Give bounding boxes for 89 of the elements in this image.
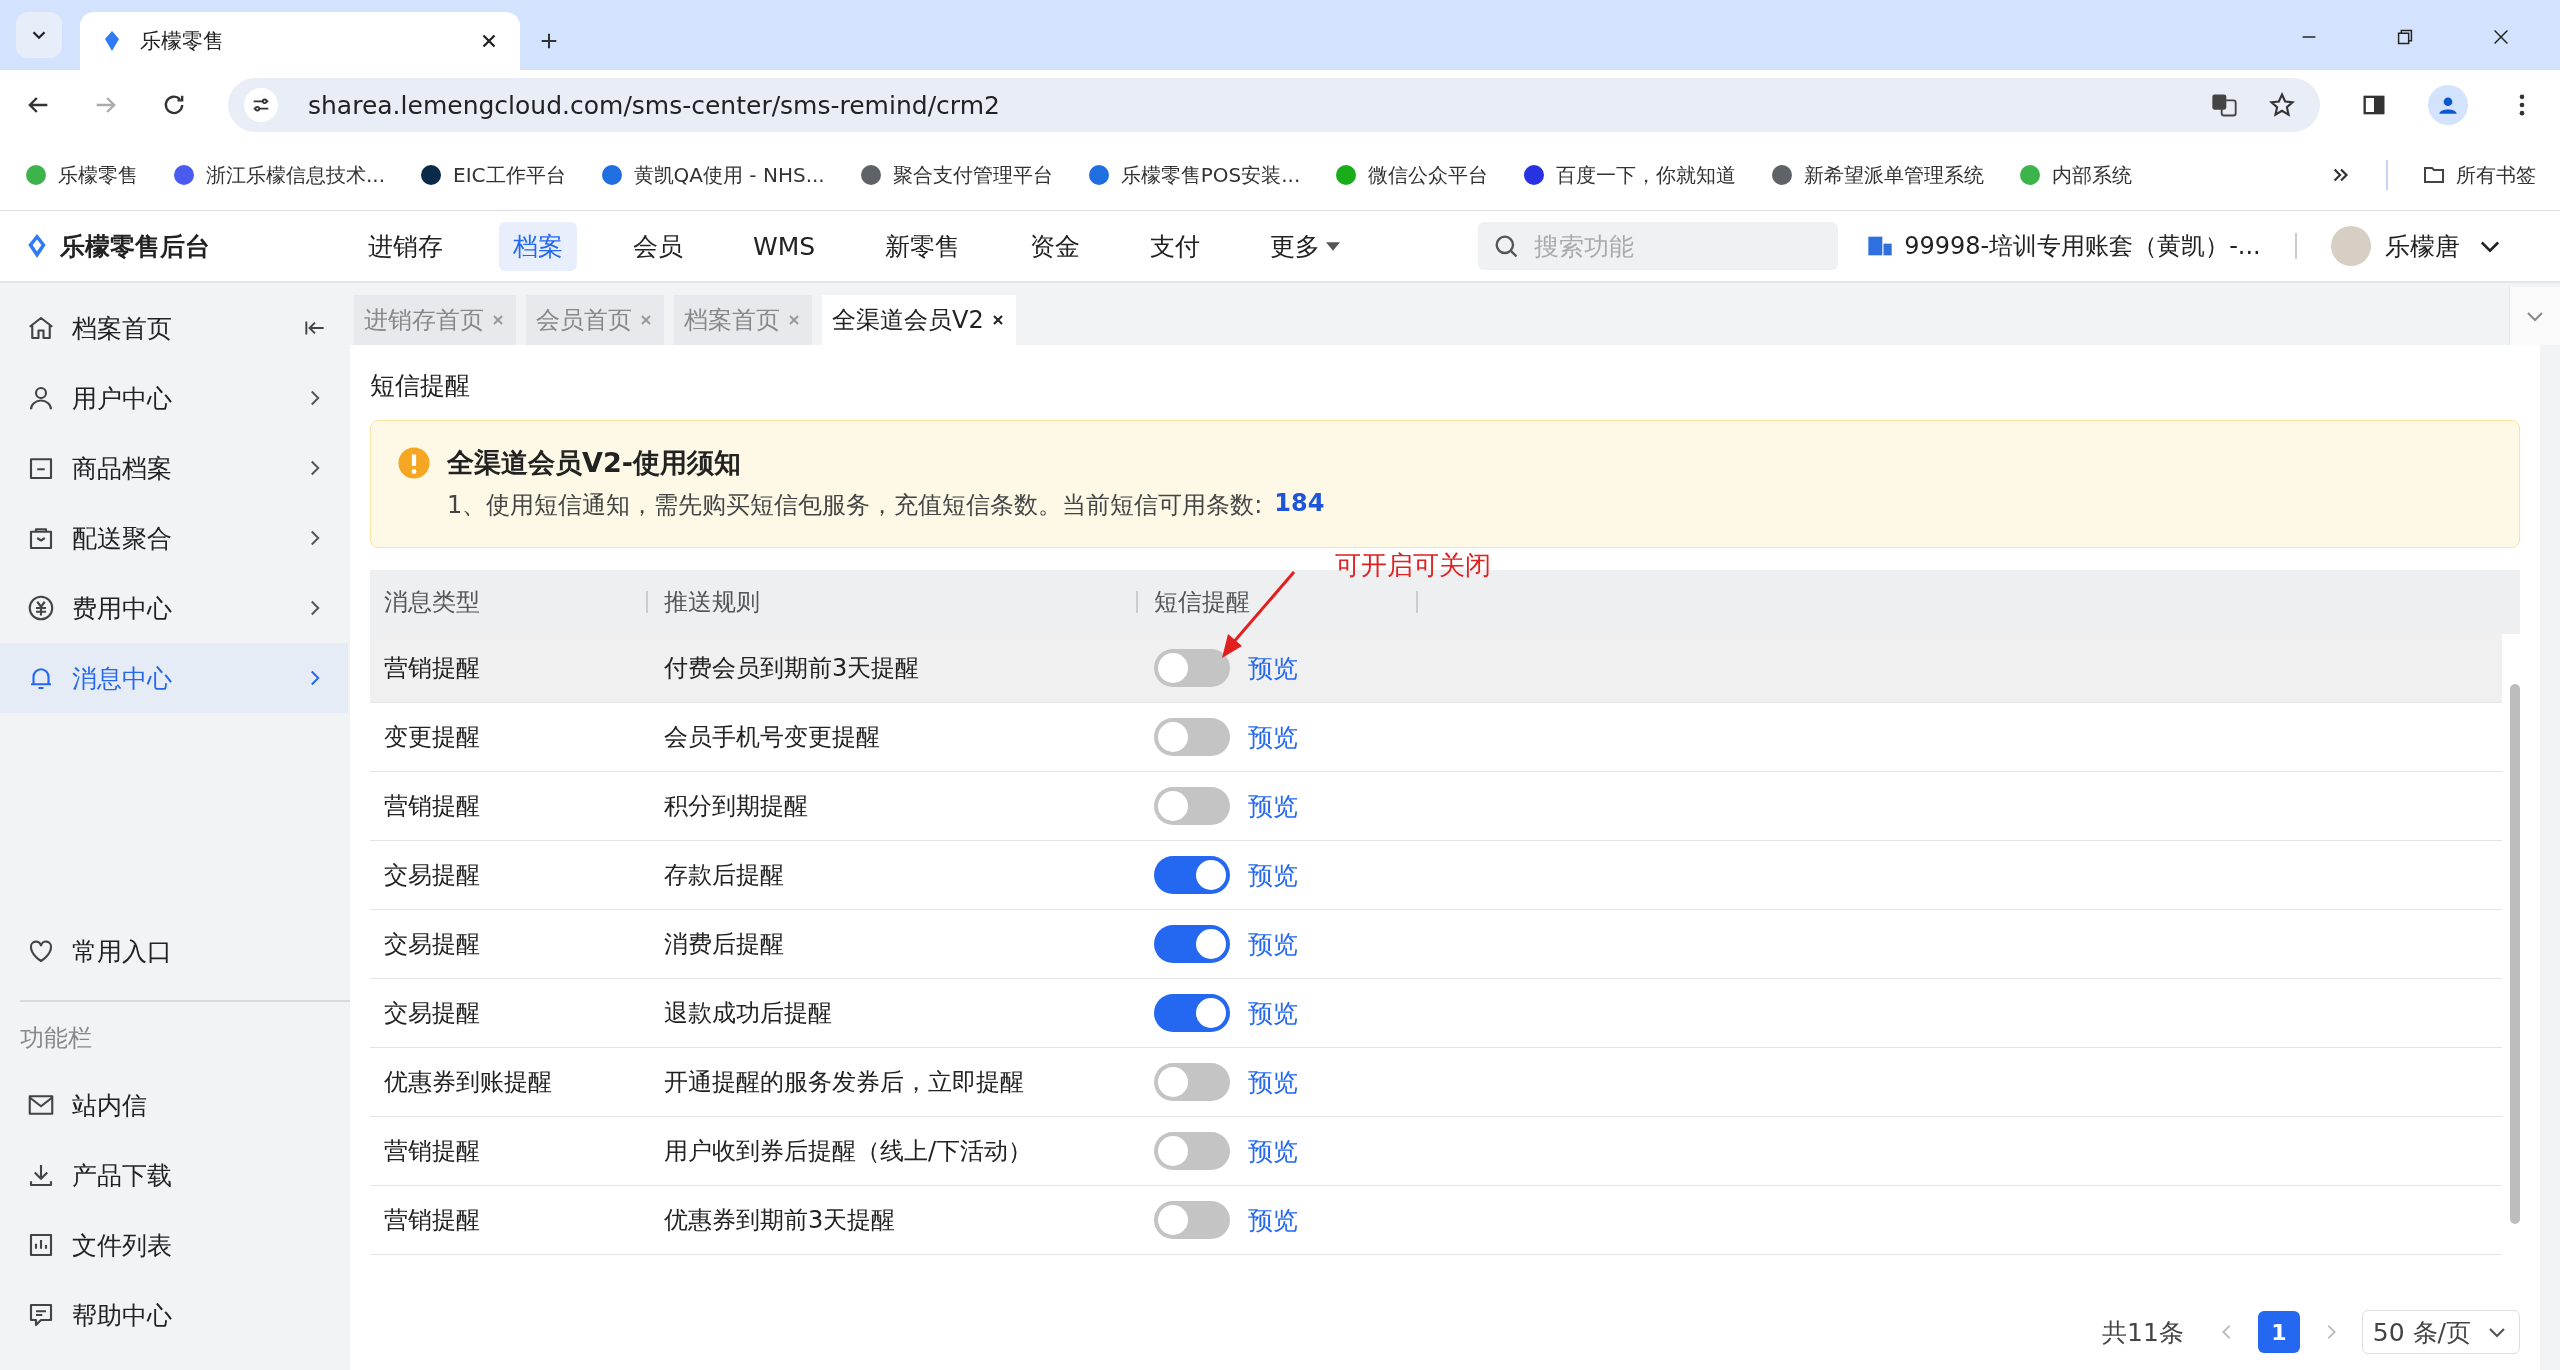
notice-title: 全渠道会员V2-使用须知 [447, 446, 741, 480]
sidebar-item[interactable]: 产品下载 [0, 1140, 348, 1210]
preview-link[interactable]: 预览 [1248, 789, 1298, 823]
favorites-item[interactable]: 常用入口 [0, 916, 348, 986]
sidebar-item[interactable]: 站内信 [0, 1070, 348, 1140]
section-label: 功能栏 [19, 1023, 93, 1054]
table-cell-text: 存款后提醒 [663, 860, 785, 891]
bookmark[interactable]: 浙江乐檬信息技术... [172, 161, 386, 189]
bookmark-folder[interactable]: 所有书签 [2422, 161, 2536, 189]
profile-icon[interactable] [2428, 85, 2468, 125]
table-cell-text: 退款成功后提醒 [663, 998, 833, 1029]
account-name[interactable]: 99998-培训专用账套（黄凯）-... [1904, 230, 2261, 262]
bookmark[interactable]: 内部系统 [2018, 161, 2133, 189]
table-cell-text: 营销提醒 [383, 1205, 481, 1236]
search-field[interactable]: 搜索功能 [1478, 222, 1839, 270]
sidebar-item[interactable]: 商品档案 [0, 433, 348, 503]
toggle-switch[interactable] [1154, 787, 1230, 825]
app-logo-text: 乐檬零售后台 [60, 230, 210, 263]
table-cell-text: 付费会员到期前3天提醒 [663, 653, 921, 684]
nav-tab[interactable]: 资金 [1016, 221, 1095, 271]
bookmark[interactable]: EIC工作平台 [419, 161, 566, 189]
table-cell-text: 开通提醒的服务发券后，立即提醒 [663, 1067, 1025, 1098]
bookmark[interactable]: 乐檬零售POS安装... [1086, 161, 1301, 189]
total-count: 共11条 [2102, 1316, 2184, 1349]
sidebar-item[interactable]: 档案首页 [0, 293, 348, 363]
table-cell-text: 变更提醒 [383, 722, 481, 753]
table-cell-text: 优惠券到账提醒 [383, 1067, 553, 1098]
sidebar-item[interactable]: 费用中心 [0, 573, 348, 643]
browser-tab[interactable]: 乐檬零售 [80, 12, 520, 70]
tab-title: 乐檬零售 [140, 28, 225, 55]
nav-tab[interactable]: WMS [739, 223, 830, 269]
page-tab[interactable]: 全渠道会员V2 [822, 295, 1016, 345]
bookmark[interactable]: 微信公众平台 [1334, 161, 1489, 189]
nav-tab[interactable]: 会员 [619, 221, 697, 271]
bookmark[interactable]: 乐檬零售 [24, 161, 138, 189]
site-settings-icon[interactable] [244, 88, 278, 122]
page-title: 短信提醒 [370, 370, 471, 402]
bookmark[interactable]: 百度一下，你就知道 [1522, 161, 1737, 189]
nav-tab[interactable]: 更多 [1256, 221, 1355, 271]
preview-link[interactable]: 预览 [1248, 996, 1298, 1030]
notice-text: 1、使用短信通知，需先购买短信包服务，充值短信条数。当前短信可用条数: [447, 490, 1263, 521]
toggle-switch[interactable] [1154, 718, 1230, 756]
sidebar-item[interactable]: 帮助中心 [0, 1280, 348, 1350]
sidebar-item[interactable]: 消息中心 [0, 643, 348, 713]
table-cell-text: 交易提醒 [383, 929, 481, 960]
nav-tab[interactable]: 档案 [499, 221, 577, 271]
page-number[interactable]: 1 [2257, 1311, 2300, 1353]
nav-tab[interactable]: 进销存 [354, 221, 457, 271]
table-cell-text: 积分到期提醒 [663, 791, 809, 822]
table-cell-text: 会员手机号变更提醒 [663, 722, 881, 753]
user-name[interactable]: 乐檬唐 [2384, 229, 2460, 263]
preview-link[interactable]: 预览 [1248, 720, 1298, 754]
table-cell-text: 营销提醒 [383, 653, 481, 684]
sidebar-item[interactable]: 用户中心 [0, 363, 348, 433]
warning-icon [397, 446, 431, 480]
toggle-switch[interactable] [1154, 994, 1230, 1032]
table-cell-text: 营销提醒 [383, 1136, 481, 1167]
table-cell-text: 交易提醒 [383, 998, 481, 1029]
toggle-switch[interactable] [1154, 649, 1230, 687]
menu-item-icon [26, 593, 56, 623]
toggle-switch[interactable] [1154, 1132, 1230, 1170]
sms-count: 184 [1274, 489, 1325, 519]
table-cell-text: 营销提醒 [383, 791, 481, 822]
address-bar[interactable]: sharea.lemengcloud.com/sms-center/sms-remind/crm2 [228, 78, 2320, 132]
preview-link[interactable]: 预览 [1248, 927, 1298, 961]
table-cell-text: 优惠券到期前3天提醒 [663, 1205, 897, 1236]
preview-link[interactable]: 预览 [1248, 858, 1298, 892]
preview-link[interactable]: 预览 [1248, 1134, 1298, 1168]
nav-tab[interactable]: 新零售 [871, 221, 975, 271]
toggle-switch[interactable] [1154, 1201, 1230, 1239]
caret-icon [1326, 241, 1341, 251]
sidebar-item[interactable]: 配送聚合 [0, 503, 348, 573]
table-cell-text: 消费后提醒 [663, 929, 785, 960]
scrollbar[interactable] [2510, 684, 2520, 1224]
preview-link[interactable]: 预览 [1248, 651, 1298, 685]
toggle-switch[interactable] [1154, 856, 1230, 894]
toggle-switch[interactable] [1154, 925, 1230, 963]
table-cell-text: 用户收到券后提醒（线上/下活动） [663, 1136, 1034, 1167]
preview-link[interactable]: 预览 [1248, 1065, 1298, 1099]
preview-link[interactable]: 预览 [1248, 1203, 1298, 1237]
star-icon[interactable] [2268, 91, 2296, 119]
sidebar-item[interactable]: 文件列表 [0, 1210, 348, 1280]
toggle-switch[interactable] [1154, 1063, 1230, 1101]
table-cell-text: 交易提醒 [383, 860, 481, 891]
bookmark[interactable]: 黄凯QA使用 - NHS... [599, 161, 825, 189]
nav-tab[interactable]: 支付 [1136, 221, 1215, 271]
page-size-select[interactable]: 50 条/页 [2361, 1310, 2520, 1354]
bookmark[interactable]: 新希望派单管理系统 [1770, 161, 1985, 189]
bookmark[interactable]: 聚合支付管理平台 [858, 161, 1053, 189]
